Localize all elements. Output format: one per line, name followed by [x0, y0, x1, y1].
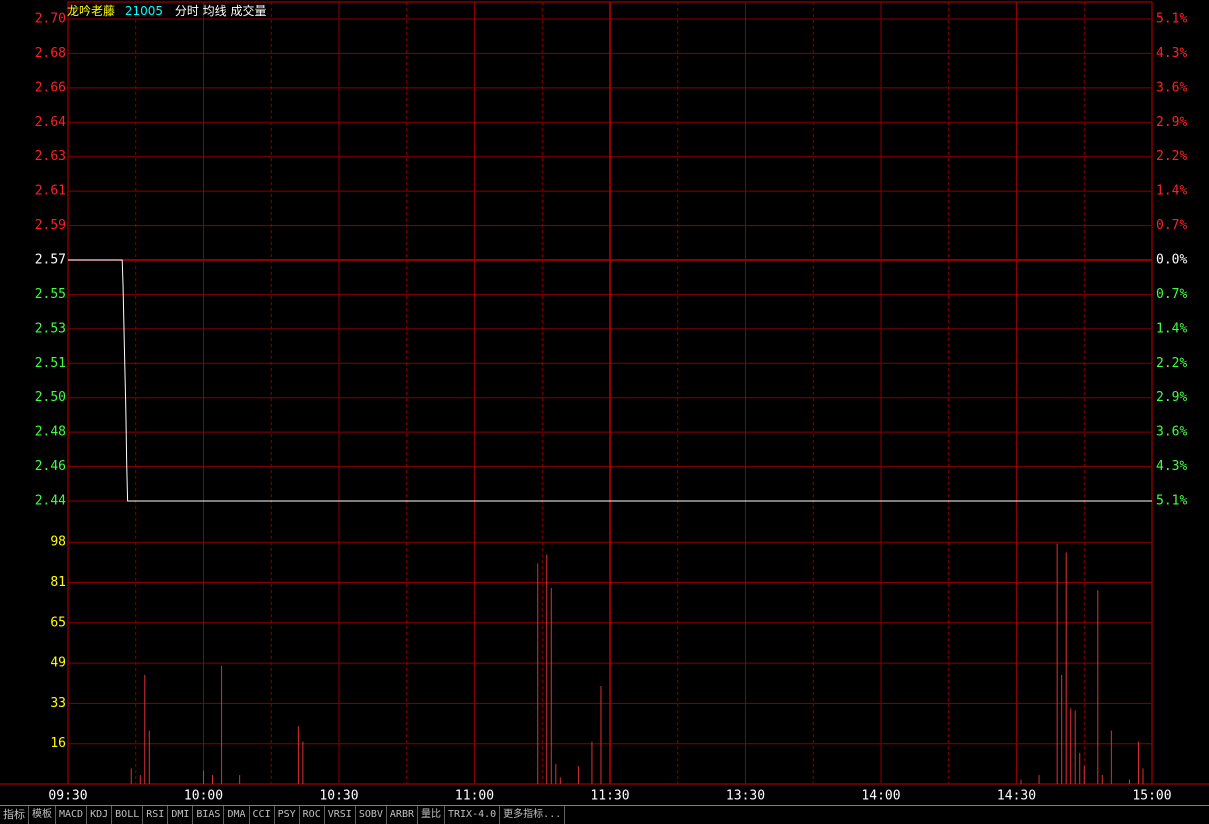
price-tick-label: 2.59 [35, 218, 66, 233]
percent-tick-label: 3.6% [1156, 425, 1187, 440]
indicator-tab[interactable]: RSI [143, 806, 169, 824]
indicator-tab[interactable]: TRIX-4.0 [445, 806, 501, 824]
price-tick-label: 2.70 [35, 12, 66, 27]
price-tick-label: 2.55 [35, 287, 66, 302]
indicator-tab[interactable]: CCI [250, 806, 275, 824]
indicator-tab[interactable]: KDJ [87, 806, 113, 824]
percent-tick-label: 4.3% [1156, 459, 1187, 474]
price-tick-label: 2.44 [35, 494, 66, 509]
percent-tick-label: 0.7% [1156, 218, 1187, 233]
percent-tick-label: 3.6% [1156, 80, 1187, 95]
indicator-tab[interactable]: BIAS [193, 806, 225, 824]
volume-bars [130, 543, 1144, 784]
percent-tick-label: 0.7% [1156, 287, 1187, 302]
volume-axis: 98 81 65 49 33 16 [50, 535, 66, 752]
percent-tick-label: 1.4% [1156, 321, 1187, 336]
volume-tick-label: 16 [50, 736, 66, 751]
price-tick-label: 2.68 [35, 46, 66, 61]
indicator-tab[interactable]: BOLL [112, 806, 144, 824]
indicator-tab[interactable]: ARBR [387, 806, 418, 824]
indicator-tab[interactable]: ROC [300, 806, 325, 824]
indicator-tab[interactable]: 量比 [418, 806, 445, 824]
price-tick-label: 2.46 [35, 459, 66, 474]
time-tick-label: 15:00 [1132, 789, 1171, 804]
percent-tick-label: 0.0% [1156, 253, 1187, 268]
price-axis-left: 2.70 2.68 2.66 2.64 2.63 2.61 2.59 2.57 2.55 2.53… [35, 12, 66, 509]
time-tick-label: 11:30 [590, 789, 629, 804]
time-tick-label: 14:30 [997, 789, 1036, 804]
stock-header: 龙吟老藤 21005 分时 均线 成交量 [67, 2, 267, 19]
percent-tick-label: 1.4% [1156, 184, 1187, 199]
indicator-tab[interactable]: 指标 [0, 806, 29, 824]
chart-grid [0, 1, 1209, 785]
price-tick-label: 2.48 [35, 425, 66, 440]
price-tick-label: 2.57 [35, 253, 66, 268]
price-tick-label: 2.50 [35, 390, 66, 405]
price-tick-label: 2.66 [35, 80, 66, 95]
price-tick-label: 2.51 [35, 356, 66, 371]
indicator-tab[interactable]: DMI [168, 806, 194, 824]
indicator-tab[interactable]: SOBV [356, 806, 387, 824]
indicator-tab[interactable]: VRSI [325, 806, 356, 824]
percent-tick-label: 5.1% [1156, 494, 1187, 509]
percent-tick-label: 2.2% [1156, 149, 1187, 164]
time-tick-label: 11:00 [455, 789, 494, 804]
stock-name: 龙吟老藤 [67, 4, 116, 18]
price-tick-label: 2.53 [35, 321, 66, 336]
volume-tick-label: 65 [50, 615, 66, 630]
percent-axis-right: 5.1% 4.3% 3.6% 2.9% 2.2% 1.4% 0.7% 0.0% 0.7% 1.4%… [1156, 12, 1187, 509]
indicator-tab-bar: 指标 模板 MACD KDJ BOLL RSI DMI BIAS DMA CCI PSY ROC VRS… [0, 805, 1209, 824]
percent-tick-label: 2.2% [1156, 356, 1187, 371]
volume-tick-label: 98 [50, 535, 66, 550]
time-tick-label: 10:30 [319, 789, 358, 804]
stock-code: 21005 [124, 4, 164, 18]
indicator-tab[interactable]: PSY [275, 806, 300, 824]
indicator-tab[interactable]: DMA [224, 806, 250, 824]
volume-tick-label: 81 [50, 575, 66, 590]
time-tick-label: 13:30 [726, 789, 765, 804]
price-tick-label: 2.64 [35, 115, 66, 130]
time-axis: 09:30 10:00 10:30 11:00 11:30 13:30 14:00 14:30… [48, 789, 1171, 804]
time-tick-label: 10:00 [184, 789, 223, 804]
intraday-chart[interactable]: 2.70 2.68 2.66 2.64 2.63 2.61 2.59 2.57 2.55 2.53… [0, 0, 1209, 805]
percent-tick-label: 4.3% [1156, 46, 1187, 61]
price-tick-label: 2.63 [35, 149, 66, 164]
percent-tick-label: 2.9% [1156, 390, 1187, 405]
indicator-tab[interactable]: MACD [56, 806, 88, 824]
percent-tick-label: 5.1% [1156, 12, 1187, 27]
percent-tick-label: 2.9% [1156, 115, 1187, 130]
price-tick-label: 2.61 [35, 184, 66, 199]
time-tick-label: 09:30 [48, 789, 87, 804]
time-tick-label: 14:00 [861, 789, 900, 804]
chart-mode-label: 分时 均线 成交量 [174, 4, 267, 18]
indicator-tab[interactable]: 更多指标... [500, 806, 566, 824]
volume-tick-label: 49 [50, 656, 66, 671]
volume-tick-label: 33 [50, 696, 66, 711]
indicator-tab[interactable]: 模板 [29, 806, 56, 824]
